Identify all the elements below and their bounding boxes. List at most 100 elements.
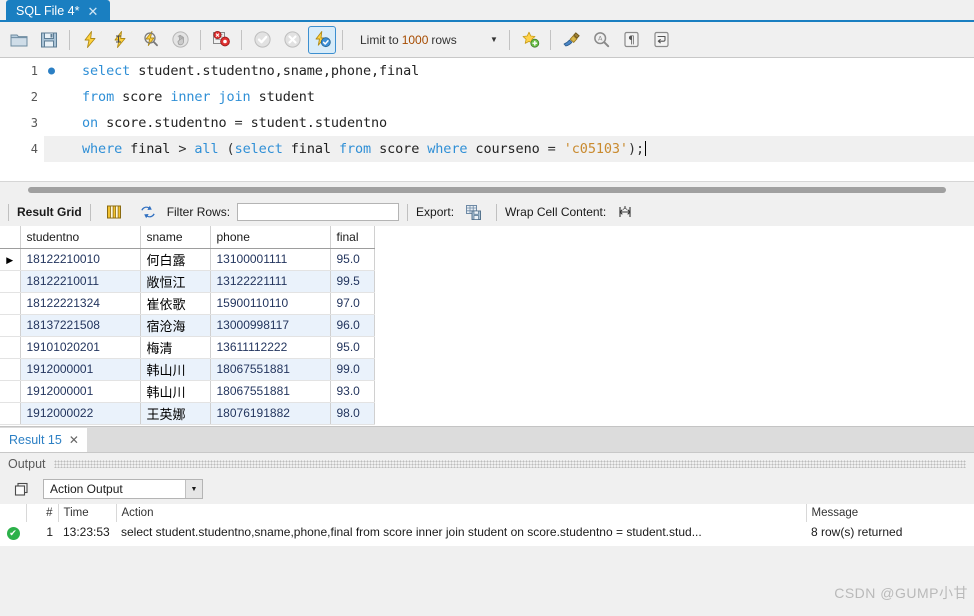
table-row[interactable]: 1912000001 韩山川 18067551881 99.0 bbox=[0, 358, 375, 381]
cell-sname[interactable]: 王英娜 bbox=[140, 402, 211, 425]
row-marker[interactable] bbox=[0, 402, 21, 425]
row-marker[interactable] bbox=[0, 358, 21, 381]
action-output-row[interactable]: ✔ 1 13:23:53 select student.studentno,sname… bbox=[0, 522, 974, 542]
table-row[interactable]: 18137221508 宿沧海 13000998117 96.0 bbox=[0, 314, 375, 337]
cell-action: select student.studentno,sname,phone,fin… bbox=[121, 525, 702, 539]
results-table-area[interactable]: studentno sname phone final ▶ 18122210010… bbox=[0, 226, 974, 426]
cell-final[interactable]: 95.0 bbox=[330, 336, 375, 359]
sql-editor[interactable]: 1 select student.studentno,sname,phone,fi… bbox=[0, 58, 974, 182]
row-marker[interactable] bbox=[0, 292, 21, 315]
close-icon[interactable]: ✕ bbox=[87, 5, 98, 18]
cell-phone[interactable]: 13100001111 bbox=[210, 248, 331, 271]
toolbar-separator bbox=[69, 29, 70, 50]
cell-studentno[interactable]: 1912000022 bbox=[20, 402, 141, 425]
table-row[interactable]: 1912000001 韩山川 18067551881 93.0 bbox=[0, 380, 375, 403]
result-tab-strip: Result 15 ✕ bbox=[0, 426, 974, 452]
column-header-status bbox=[0, 504, 27, 522]
beautify-query-icon[interactable] bbox=[557, 26, 585, 54]
cell-studentno[interactable]: 18137221508 bbox=[20, 314, 141, 337]
editor-line[interactable]: 2 from score inner join student bbox=[0, 84, 974, 110]
cell-sname[interactable]: 崔依歌 bbox=[140, 292, 211, 315]
chevron-down-icon[interactable]: ▼ bbox=[185, 480, 202, 498]
toggle-stop-on-error-icon[interactable] bbox=[207, 26, 235, 54]
column-header-sname[interactable]: sname bbox=[140, 226, 211, 249]
stop-icon[interactable] bbox=[166, 26, 194, 54]
row-marker[interactable] bbox=[0, 336, 21, 359]
cell-phone[interactable]: 15900110110 bbox=[210, 292, 331, 315]
cell-studentno[interactable]: 19101020201 bbox=[20, 336, 141, 359]
cell-studentno[interactable]: 1912000001 bbox=[20, 358, 141, 381]
editor-line[interactable]: 3 on score.studentno = student.studentno bbox=[0, 110, 974, 136]
row-marker[interactable]: ▶ bbox=[0, 248, 21, 271]
cell-final[interactable]: 95.0 bbox=[330, 248, 375, 271]
table-row[interactable]: 19101020201 梅清 13611112222 95.0 bbox=[0, 336, 375, 359]
add-snippet-icon[interactable] bbox=[516, 26, 544, 54]
cell-final[interactable]: 93.0 bbox=[330, 380, 375, 403]
cell-final[interactable]: 97.0 bbox=[330, 292, 375, 315]
toggle-autocommit-icon[interactable] bbox=[308, 25, 336, 54]
output-panel-icon[interactable] bbox=[7, 475, 35, 503]
table-row[interactable]: ▶ 18122210010 何白露 13100001111 95.0 bbox=[0, 248, 375, 271]
refresh-icon[interactable] bbox=[134, 198, 162, 226]
cell-sname[interactable]: 韩山川 bbox=[140, 380, 211, 403]
row-marker[interactable] bbox=[0, 314, 21, 337]
explain-query-icon[interactable] bbox=[136, 26, 164, 54]
result-tab-15[interactable]: Result 15 ✕ bbox=[0, 428, 87, 452]
cell-final[interactable]: 96.0 bbox=[330, 314, 375, 337]
output-type-selector[interactable]: Action Output ▼ bbox=[43, 479, 203, 499]
cell-sname[interactable]: 何白露 bbox=[140, 248, 211, 271]
export-recordset-icon[interactable] bbox=[459, 198, 487, 226]
cell-sname[interactable]: 敞恒江 bbox=[140, 270, 211, 293]
wrap-cell-icon[interactable]: A bbox=[611, 198, 639, 226]
cell-phone[interactable]: 18067551881 bbox=[210, 358, 331, 381]
column-header-phone[interactable]: phone bbox=[210, 226, 331, 249]
column-header-studentno[interactable]: studentno bbox=[20, 226, 141, 249]
show-invisible-chars-icon[interactable]: ¶ bbox=[617, 26, 645, 54]
execute-icon[interactable] bbox=[76, 26, 104, 54]
form-editor-icon[interactable] bbox=[100, 198, 128, 226]
execute-current-statement-icon[interactable] bbox=[106, 26, 134, 54]
open-folder-icon[interactable] bbox=[5, 26, 33, 54]
editor-horizontal-scrollbar[interactable] bbox=[0, 182, 974, 198]
commit-icon[interactable] bbox=[248, 26, 276, 54]
table-row[interactable]: 1912000022 王英娜 18076191882 98.0 bbox=[0, 402, 375, 425]
action-output-area[interactable]: # Time Action Message ✔ 1 13:23:53 select s… bbox=[0, 504, 974, 546]
chevron-down-icon[interactable]: ▼ bbox=[486, 30, 502, 50]
scrollbar-thumb[interactable] bbox=[28, 187, 946, 193]
wrap-lines-icon[interactable] bbox=[647, 26, 675, 54]
result-grid-toolbar: Result Grid Filter Rows: Export: Wrap Ce… bbox=[0, 198, 974, 226]
editor-line[interactable]: 1 select student.studentno,sname,phone,fi… bbox=[0, 58, 974, 84]
cell-final[interactable]: 99.0 bbox=[330, 358, 375, 381]
cell-phone[interactable]: 13122221111 bbox=[210, 270, 331, 293]
line-text: on score.studentno = student.studentno bbox=[82, 115, 388, 131]
cell-studentno[interactable]: 18122210011 bbox=[20, 270, 141, 293]
cell-studentno[interactable]: 1912000001 bbox=[20, 380, 141, 403]
row-limit-selector[interactable]: Limit to 1000 rows ▼ bbox=[354, 28, 504, 51]
cell-studentno[interactable]: 18122221324 bbox=[20, 292, 141, 315]
cell-sname[interactable]: 韩山川 bbox=[140, 358, 211, 381]
cell-phone[interactable]: 13000998117 bbox=[210, 314, 331, 337]
cell-final[interactable]: 98.0 bbox=[330, 402, 375, 425]
find-icon[interactable]: A bbox=[587, 26, 615, 54]
save-icon[interactable] bbox=[35, 26, 63, 54]
cell-phone[interactable]: 18067551881 bbox=[210, 380, 331, 403]
column-header-final[interactable]: final bbox=[330, 226, 375, 249]
cell-studentno[interactable]: 18122210010 bbox=[20, 248, 141, 271]
rollback-icon[interactable] bbox=[278, 26, 306, 54]
close-icon[interactable]: ✕ bbox=[69, 433, 79, 447]
table-row[interactable]: 18122210011 敞恒江 13122221111 99.5 bbox=[0, 270, 375, 293]
tab-sql-file-4[interactable]: SQL File 4* ✕ bbox=[6, 0, 110, 22]
row-marker[interactable] bbox=[0, 270, 21, 293]
cell-phone[interactable]: 18076191882 bbox=[210, 402, 331, 425]
row-marker[interactable] bbox=[0, 380, 21, 403]
watermark: CSDN @GUMP小甘 bbox=[834, 585, 968, 601]
editor-line[interactable]: 4 where final > all (select final from sc… bbox=[0, 136, 974, 162]
cell-phone[interactable]: 13611112222 bbox=[210, 336, 331, 359]
filter-rows-input[interactable] bbox=[237, 203, 400, 221]
cell-sname[interactable]: 宿沧海 bbox=[140, 314, 211, 337]
cell-sname[interactable]: 梅清 bbox=[140, 336, 211, 359]
table-row[interactable]: 18122221324 崔依歌 15900110110 97.0 bbox=[0, 292, 375, 315]
cell-final[interactable]: 99.5 bbox=[330, 270, 375, 293]
toolbar-separator bbox=[509, 29, 510, 50]
cell-time: 13:23:53 bbox=[63, 525, 110, 539]
